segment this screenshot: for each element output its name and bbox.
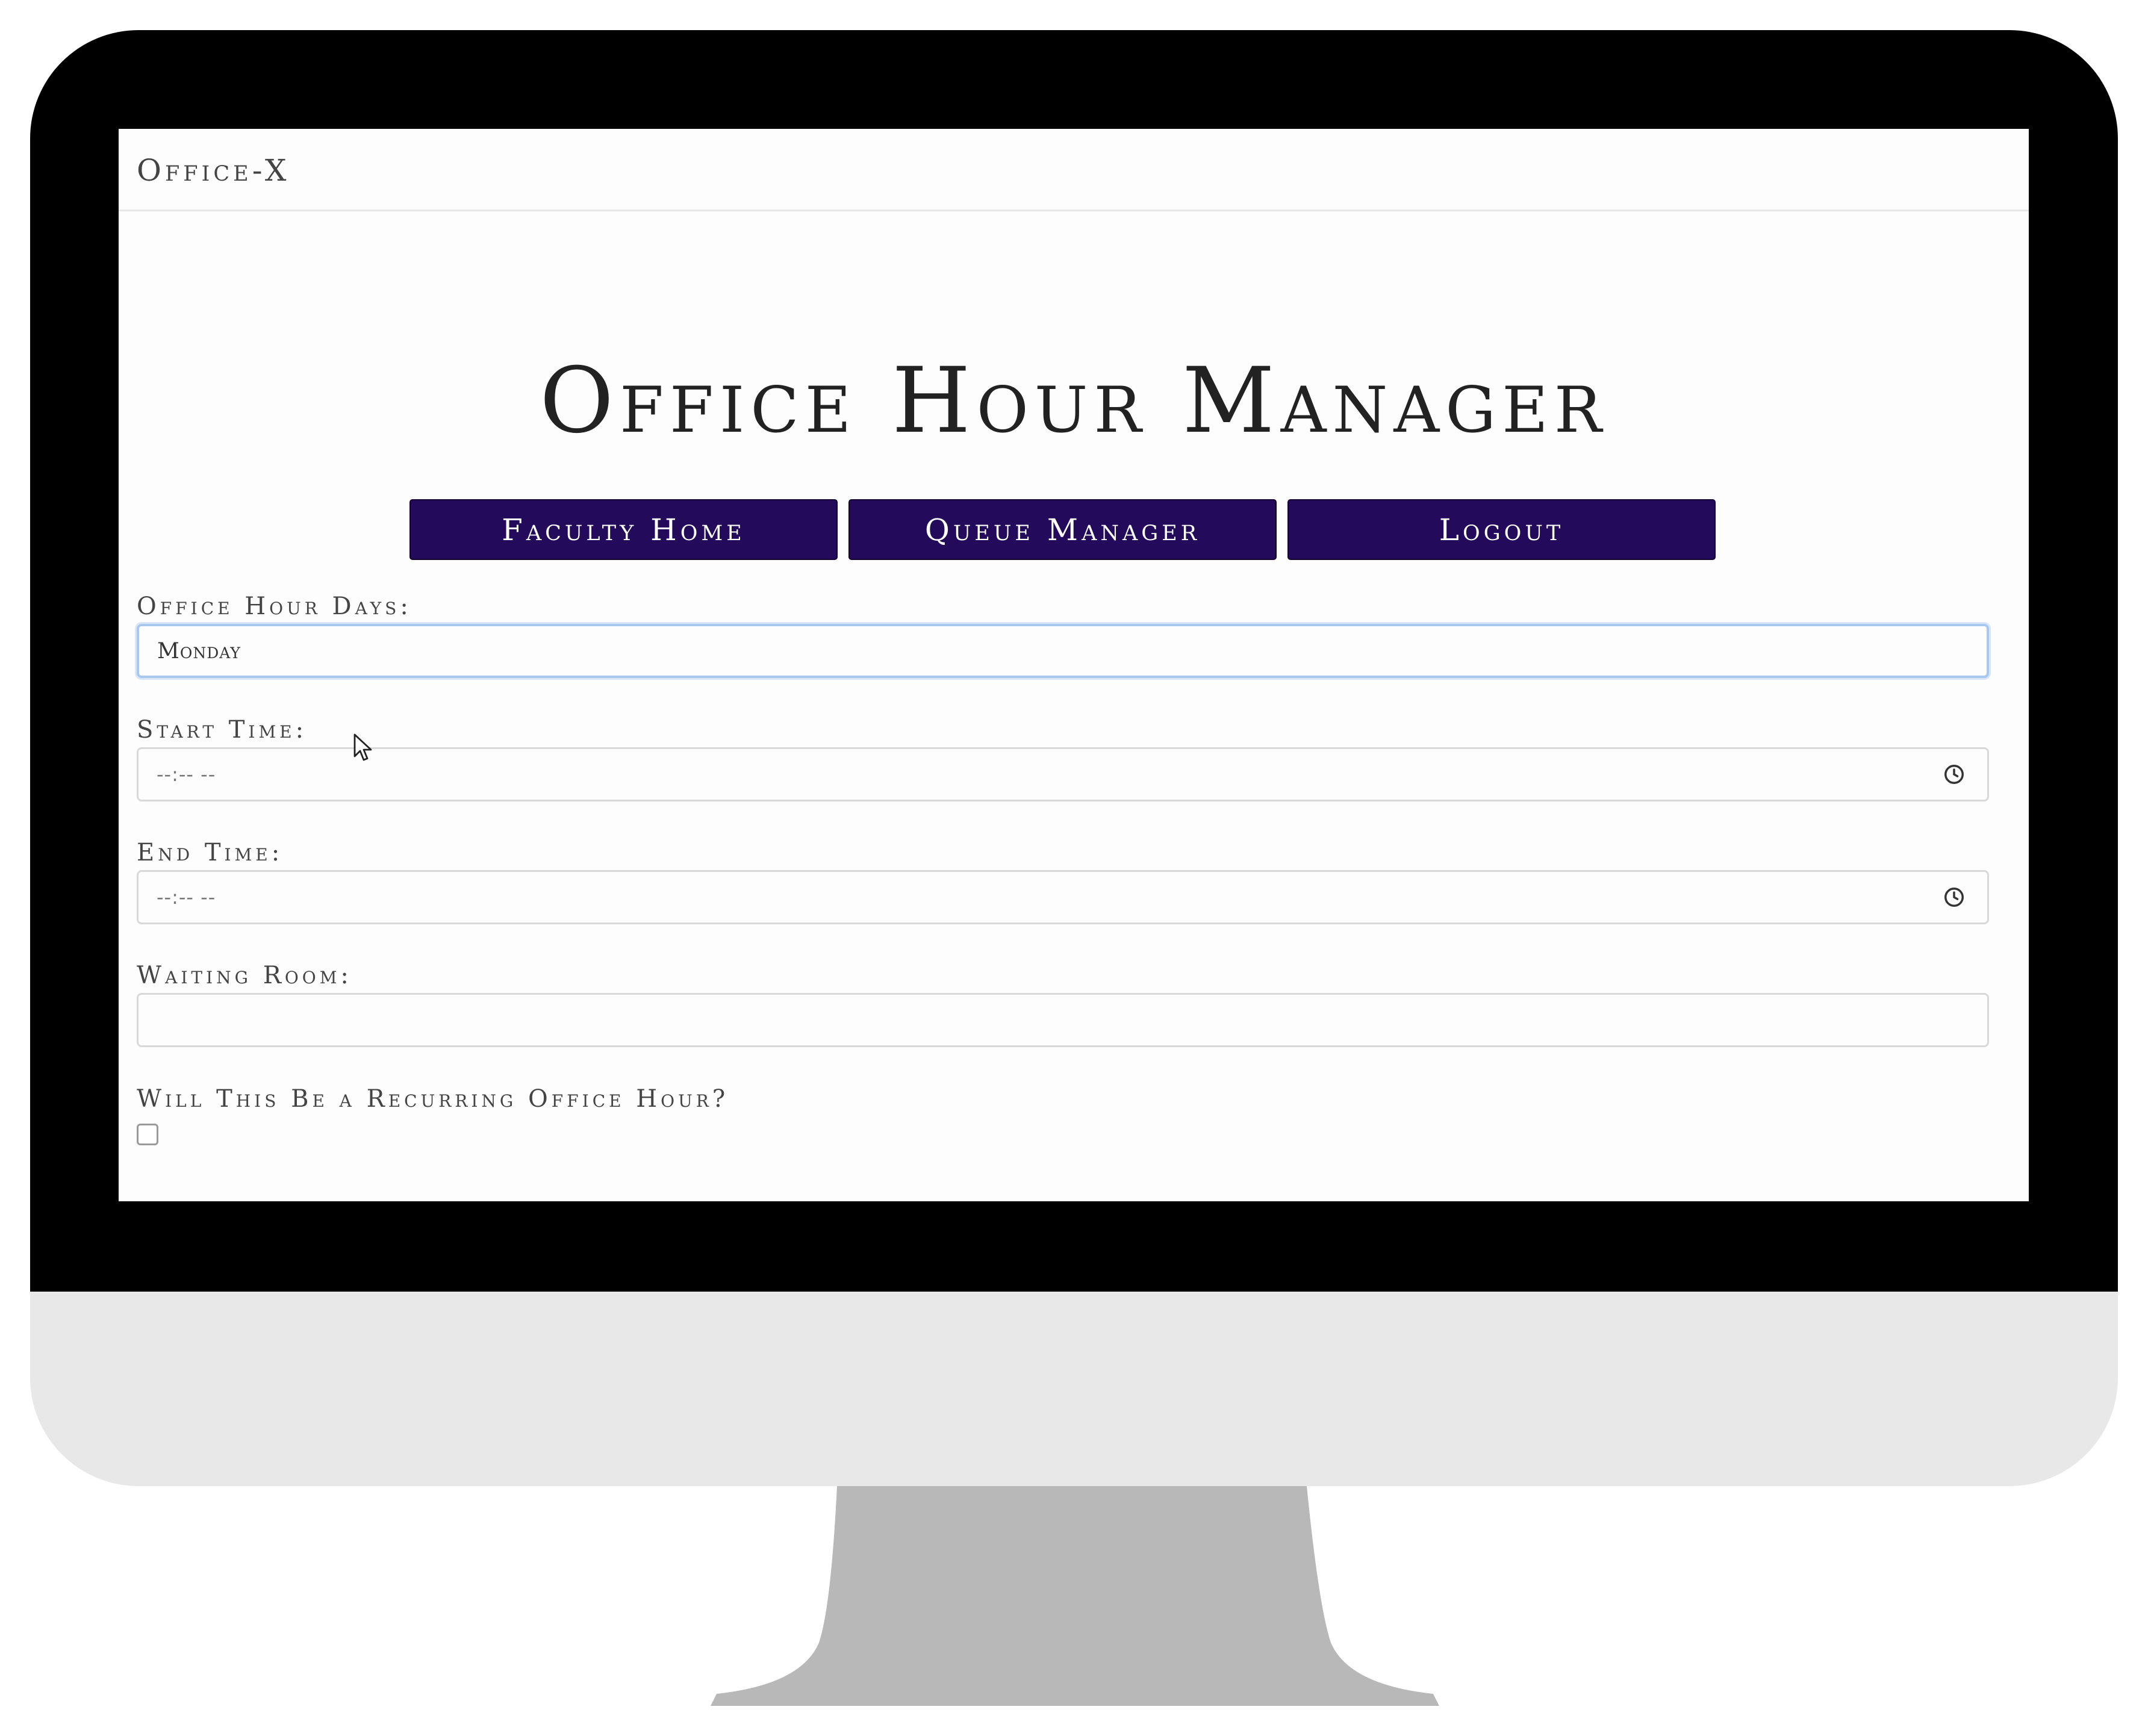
queue-manager-button[interactable]: Queue Manager xyxy=(848,499,1277,560)
office-hour-days-input[interactable]: Monday xyxy=(137,624,1989,678)
clock-icon[interactable] xyxy=(1943,886,1966,909)
start-time-placeholder: --:-- -- xyxy=(157,763,216,786)
app-screen: Office-X Office Hour Manager Faculty Hom… xyxy=(119,129,2029,1201)
clock-icon[interactable] xyxy=(1943,763,1966,786)
waiting-room-input[interactable] xyxy=(137,993,1989,1047)
page-title: Office Hour Manager xyxy=(540,349,1608,453)
end-time-placeholder: --:-- -- xyxy=(157,886,216,909)
waiting-room-label: Waiting Room: xyxy=(137,962,352,989)
faculty-home-button[interactable]: Faculty Home xyxy=(409,499,838,560)
start-time-label: Start Time: xyxy=(137,716,308,744)
monitor-stand xyxy=(711,1486,1439,1706)
office-hour-days-value: Monday xyxy=(157,638,241,664)
recurring-checkbox[interactable] xyxy=(137,1124,158,1145)
recurring-label: Will This Be a Recurring Office Hour? xyxy=(137,1085,729,1113)
office-hour-days-label: Office Hour Days: xyxy=(137,593,412,620)
mouse-cursor-icon xyxy=(353,733,372,761)
start-time-input[interactable]: --:-- -- xyxy=(137,747,1989,801)
logout-button[interactable]: Logout xyxy=(1287,499,1716,560)
navbar: Office-X xyxy=(119,129,2029,211)
nav-button-group: Faculty Home Queue Manager Logout xyxy=(409,499,1743,560)
end-time-label: End Time: xyxy=(137,839,284,866)
end-time-input[interactable]: --:-- -- xyxy=(137,870,1989,924)
brand-logo[interactable]: Office-X xyxy=(137,153,290,188)
monitor-chin xyxy=(30,1292,2118,1486)
